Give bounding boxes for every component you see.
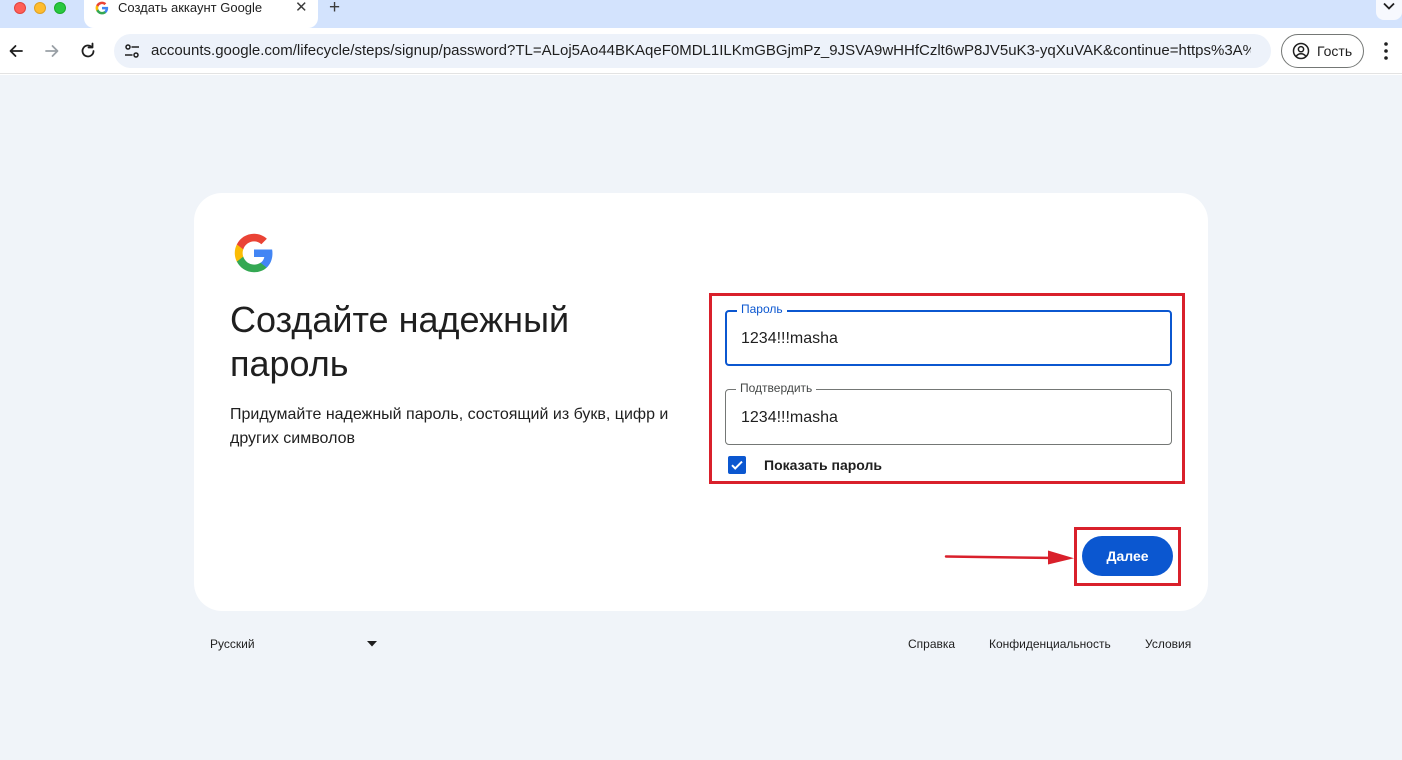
chevron-down-icon [1383,2,1395,10]
confirm-field-label: Подтвердить [736,380,817,396]
tune-icon[interactable] [123,42,141,60]
arrow-right-icon[interactable] [42,41,62,61]
page-description: Придумайте надежный пароль, состоящий из… [230,406,669,447]
footer-link-privacy[interactable]: Конфиденциальность [989,636,1111,652]
google-g-logo [234,233,273,273]
confirm-field-value[interactable]: 1234!!!masha [741,408,838,428]
tab-title: Создать аккаунт Google [118,0,263,15]
show-password-checkbox[interactable] [728,456,746,474]
password-field-label: Пароль [737,301,787,317]
dropdown-caret-icon[interactable] [367,641,377,647]
password-field-value[interactable]: 1234!!!masha [741,329,838,349]
language-selector[interactable]: Русский [210,636,255,652]
arrow-left-icon[interactable] [6,41,26,61]
profile-button[interactable]: Гость [1281,34,1364,68]
show-password-label[interactable]: Показать пароль [764,457,882,474]
new-tab-button[interactable]: + [329,0,340,19]
google-favicon-icon [95,1,109,15]
checkmark-icon [731,460,743,470]
active-tab[interactable]: Создать аккаунт Google ✕ [84,0,318,28]
reload-icon[interactable] [78,41,98,61]
page-title: Создайте надежный пароль [230,299,570,384]
url-text[interactable]: accounts.google.com/lifecycle/steps/sign… [151,42,1251,60]
close-window-button[interactable] [14,2,26,14]
browser-toolbar: accounts.google.com/lifecycle/steps/sign… [0,28,1402,74]
signup-card: Создайте надежный пароль Придумайте наде… [194,193,1208,611]
zoom-window-button[interactable] [54,2,66,14]
close-tab-icon[interactable]: ✕ [295,0,308,17]
tab-search-button[interactable] [1376,0,1402,20]
profile-label: Гость [1317,43,1353,59]
footer-link-help[interactable]: Справка [908,636,955,652]
annotation-arrow-icon [944,550,1074,565]
address-bar[interactable]: accounts.google.com/lifecycle/steps/sign… [114,34,1271,68]
password-field[interactable]: Пароль 1234!!!masha [725,301,1172,366]
account-circle-icon [1292,42,1310,60]
next-button[interactable]: Далее [1082,536,1173,576]
page-background: Создайте надежный пароль Придумайте наде… [0,75,1402,760]
footer-link-terms[interactable]: Условия [1145,636,1191,652]
kebab-icon[interactable] [1378,40,1394,62]
confirm-password-field[interactable]: Подтвердить 1234!!!masha [725,380,1172,445]
tab-strip: Создать аккаунт Google ✕ + [0,0,1402,28]
minimize-window-button[interactable] [34,2,46,14]
